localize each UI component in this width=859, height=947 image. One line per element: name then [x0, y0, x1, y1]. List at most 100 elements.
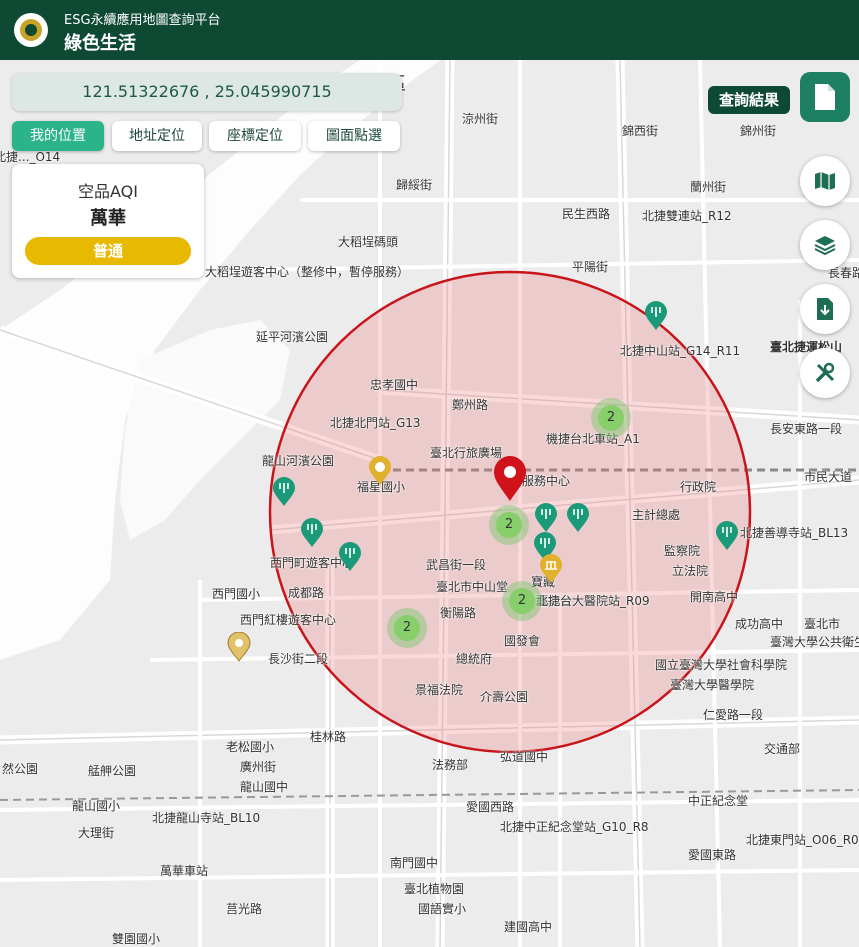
- map-label: 雙園國小: [112, 932, 161, 946]
- map-label: 北捷龍山寺站_BL10: [152, 811, 261, 825]
- coordinate-display: 121.51322676 , 25.045990715: [12, 73, 402, 111]
- map-label: 西門國小: [212, 587, 261, 601]
- tools-icon: [815, 362, 835, 383]
- map-label: 民生西路: [562, 207, 611, 221]
- app-title: 綠色生活: [64, 33, 136, 54]
- map-label: 臺灣大學醫學院: [670, 678, 755, 692]
- tab-address-locate[interactable]: 地址定位: [112, 121, 202, 151]
- file-download-icon: [817, 298, 833, 320]
- museum-pin-icon[interactable]: [539, 554, 563, 584]
- map-label: 北捷東門站_O06_R0: [746, 833, 859, 847]
- tools-button[interactable]: [800, 348, 850, 398]
- selected-location-pin[interactable]: [490, 455, 530, 503]
- map-label: 西門紅樓遊客中心: [240, 613, 337, 627]
- map-label: 交通部: [764, 742, 801, 756]
- map-label: 臺北市中山堂: [436, 580, 509, 594]
- poi-cluster[interactable]: 2: [502, 581, 542, 621]
- map-label: 錦西街: [622, 124, 659, 138]
- restaurant-pin-icon[interactable]: [715, 521, 739, 551]
- map-label: 北捷善導寺站_BL13: [740, 526, 849, 540]
- map-label: 大稻埕遊客中心（整修中，暫停服務）: [205, 265, 410, 279]
- restaurant-pin-icon[interactable]: [534, 503, 558, 533]
- tab-coordinate-locate[interactable]: 座標定位: [209, 121, 301, 151]
- map-toggle-button[interactable]: [800, 156, 850, 206]
- map-label: 長沙街二段: [268, 652, 329, 666]
- map-label: 主計總處: [632, 508, 681, 522]
- map-label: 長安東路一段: [770, 422, 843, 436]
- query-results-label[interactable]: 查詢結果: [708, 86, 790, 114]
- document-icon: [815, 84, 835, 110]
- map-label: 延平河濱公園: [256, 330, 329, 344]
- aqi-card: 空品AQI 萬華 普通: [12, 164, 204, 278]
- map-label: 機捷台北車站_A1: [546, 432, 640, 446]
- map-label: 蘭州街: [690, 180, 727, 194]
- map-label: 北捷北門站_G13: [330, 416, 421, 430]
- map-label: 成都路: [288, 586, 325, 600]
- poi-cluster[interactable]: 2: [387, 608, 427, 648]
- map-label: 國語實小: [418, 902, 467, 916]
- map-label: 龍山國中: [240, 780, 289, 794]
- map-label: 臺北市: [804, 617, 841, 631]
- map-label: 歸綏街: [396, 178, 433, 192]
- map-label: 龍山國小: [72, 799, 121, 813]
- map-label: 監察院: [664, 544, 701, 558]
- map-label: 國立臺灣大學社會科學院: [655, 658, 788, 672]
- map-label: 大理街: [78, 826, 115, 840]
- map-label: 臺灣大學公共衛生: [770, 635, 859, 649]
- map-label: 老松國小: [226, 740, 275, 754]
- map-label: 市民大道: [804, 470, 853, 484]
- map-label: 莒光路: [226, 902, 263, 916]
- app-logo: [14, 13, 48, 47]
- map-label: 愛國西路: [466, 800, 515, 814]
- poi-cluster[interactable]: 2: [591, 398, 631, 438]
- map-label: 國發會: [504, 634, 541, 648]
- map-label: 龍山河濱公園: [262, 454, 335, 468]
- map-label: 仁愛路一段: [703, 708, 764, 722]
- layers-icon: [814, 236, 836, 256]
- map-label: 然公園: [2, 762, 39, 776]
- app-subtitle: ESG永續應用地圖查詢平台: [64, 13, 221, 28]
- map-label: 北捷中正紀念堂站_G10_R8: [500, 820, 649, 834]
- map-label: 行政院: [680, 480, 717, 494]
- map-label: 衡陽路: [440, 606, 477, 620]
- restaurant-pin-icon[interactable]: [644, 301, 668, 331]
- map-label: 弘道國中: [500, 750, 549, 764]
- restaurant-pin-icon[interactable]: [272, 477, 296, 507]
- map-label: 廣州街: [240, 760, 277, 774]
- restaurant-pin-icon[interactable]: [300, 518, 324, 548]
- map-label: 涼州街: [462, 112, 499, 126]
- app-header: ESG永續應用地圖查詢平台 綠色生活: [0, 0, 859, 60]
- aqi-status-badge: 普通: [25, 237, 191, 265]
- map-label: 立法院: [672, 564, 709, 578]
- map-label: 武昌街一段: [426, 558, 487, 572]
- map-label: 錦州街: [740, 124, 777, 138]
- tab-map-click[interactable]: 圖面點選: [308, 121, 400, 151]
- map-label: 北捷中山站_G14_R11: [620, 344, 741, 358]
- map-label: 艋舺公園: [88, 764, 137, 778]
- poi-pin-icon[interactable]: [227, 632, 251, 662]
- restaurant-pin-icon[interactable]: [338, 542, 362, 572]
- query-results-button[interactable]: [800, 72, 850, 122]
- map-label: 南門國中: [390, 856, 439, 870]
- map-label: 北捷雙連站_R12: [642, 209, 732, 223]
- restaurant-pin-icon[interactable]: [566, 503, 590, 533]
- download-file-button[interactable]: [800, 284, 850, 334]
- map-label: 忠孝國中: [370, 378, 419, 392]
- map-label: 景福法院: [415, 683, 464, 697]
- map-label: 大稻埕碼頭: [338, 235, 399, 249]
- map-label: 開南高中: [690, 590, 739, 604]
- map-label: 建國高中: [504, 920, 553, 934]
- park-pin-icon[interactable]: [368, 456, 392, 486]
- map-label: 北捷台大醫院站_R09: [536, 594, 650, 608]
- tab-my-location[interactable]: 我的位置: [12, 121, 104, 151]
- aqi-title: 空品AQI: [78, 182, 138, 201]
- layers-button[interactable]: [800, 220, 850, 270]
- map-label: 愛國東路: [688, 848, 737, 862]
- map-label: 成功高中: [735, 617, 784, 631]
- map-label: 總統府: [456, 652, 493, 666]
- map-label: 萬華車站: [160, 864, 209, 878]
- map-label: 平陽街: [572, 260, 609, 274]
- poi-cluster[interactable]: 2: [489, 505, 529, 545]
- map-label: 桂林路: [310, 730, 347, 744]
- map-icon: [815, 172, 835, 190]
